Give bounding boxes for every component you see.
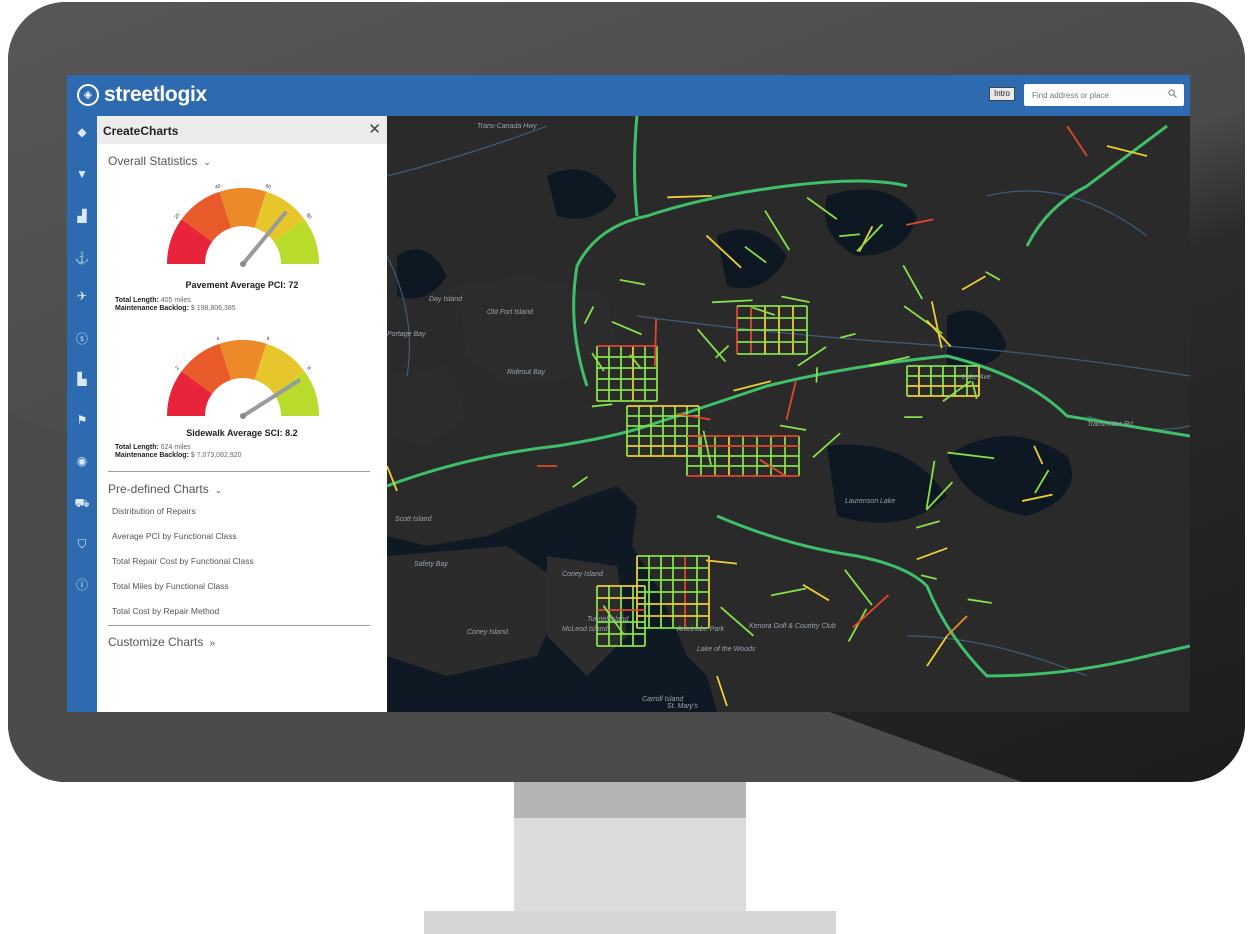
gauge-tick-label: 40 [214, 183, 221, 190]
chart-link-distribution-of-repairs[interactable]: Distribution of Repairs [112, 506, 196, 516]
info-icon[interactable]: ⓘ [74, 576, 90, 592]
gauge-tick-label: 60 [264, 183, 271, 190]
map-label-kenora-golf: Kenora Golf & Country Club [749, 623, 836, 630]
road-condition-map[interactable]: Old Fort Island Rideout Bay Safety Bay C… [387, 116, 1190, 712]
map-label-safety-bay: Safety Bay [414, 561, 448, 568]
overall-statistics-toggle[interactable]: Overall Statistics ⌄ [108, 154, 211, 168]
logo-text: streetlogix [104, 83, 207, 106]
search-box[interactable] [1024, 84, 1184, 106]
chart-link-total-miles[interactable]: Total Miles by Functional Class [112, 581, 229, 591]
map-label-carroll-island: Carroll Island [642, 696, 684, 703]
map-label-coney-island: Coney Island [467, 629, 509, 636]
section-divider [108, 625, 370, 626]
filter-icon[interactable]: ▼ [74, 166, 90, 182]
flag-icon[interactable]: ⚑ [74, 412, 90, 428]
side-nav: ◆ ▼ ▟ ⚓ ✈ ⓢ ▙ ⚑ ◉ ⛟ ⛉ ⓘ [67, 116, 97, 712]
gauge-tick-label: 100 [321, 260, 323, 269]
predefined-charts-label: Pre-defined Charts [108, 482, 209, 496]
gauge-tick-label: 6 [266, 336, 271, 343]
search-icon[interactable] [1168, 89, 1177, 98]
map-label-trans-canada: Trans-Canada Hwy [477, 123, 537, 130]
section-divider [108, 471, 370, 472]
gauge-tick-label: 0 [163, 262, 165, 265]
map-label-day-island: Day Island [429, 296, 463, 303]
gauge-needle-hub [240, 413, 246, 419]
chevron-right-icon: » [206, 638, 216, 649]
road-segment [815, 367, 818, 383]
chart-link-average-pci[interactable]: Average PCI by Functional Class [112, 531, 237, 541]
chart-icon[interactable]: ▟ [74, 208, 90, 224]
panel-header: CreateCharts ✕ [97, 116, 387, 144]
monitor-stand-base [424, 911, 836, 934]
building-icon[interactable]: ▙ [74, 371, 90, 387]
predefined-charts-toggle[interactable]: Pre-defined Charts ⌄ [108, 482, 222, 496]
layers-icon[interactable]: ◆ [74, 124, 90, 140]
panel-title: CreateCharts [103, 124, 179, 138]
map-label-rideout-bay: Rideout Bay [507, 369, 546, 376]
customize-charts-label: Customize Charts [108, 635, 204, 649]
map-label-lake-ave: Lake Ave [962, 374, 991, 381]
map-label-tunnel-island: Tunnel Island [587, 616, 630, 623]
map-label-anicinabe-park: Anicinabe Park [676, 626, 725, 633]
intro-button[interactable]: Intro [989, 87, 1016, 101]
map-label-portage-bay: Portage Bay [387, 331, 426, 338]
gauge-tick-label: 2 [174, 365, 181, 371]
gauge-tick-label: 20 [173, 212, 181, 220]
eye-icon[interactable]: ◉ [74, 453, 90, 469]
map-label-laurenson-lake: Laurenson Lake [845, 498, 895, 505]
logo-diamond-icon: ◈ [77, 84, 99, 106]
app-logo[interactable]: ◈ streetlogix [77, 83, 207, 107]
gauge-tick-label: 8 [305, 366, 312, 372]
map-label-scott-island: Scott Island [395, 516, 433, 523]
sidewalk-backlog: Maintenance Backlog: $ 7,073,082,920 [115, 452, 242, 459]
gauge-tick-label: 4 [216, 336, 221, 343]
vehicle-icon[interactable]: ⛟ [74, 496, 90, 512]
chart-link-total-cost-repair-method[interactable]: Total Cost by Repair Method [112, 606, 219, 616]
search-input[interactable] [1030, 87, 1164, 104]
chevron-down-icon: ⌄ [212, 485, 223, 495]
gauge-tick-label: 10 [321, 413, 323, 419]
gauge-needle-hub [240, 261, 246, 267]
create-charts-panel: CreateCharts ✕ Overall Statistics ⌄ 0204… [97, 116, 387, 712]
pavement-gauge-title: Pavement Average PCI: 72 [185, 280, 299, 290]
pavement-pci-gauge: 0 20 40 60 80 100 [163, 183, 323, 269]
map-label-lake-of-the-woods: Lake of the Woods [697, 646, 756, 653]
anchor-icon[interactable]: ⚓ [74, 250, 90, 266]
top-bar: ◈ streetlogix Intro [67, 75, 1190, 116]
road-segment [654, 318, 657, 367]
sidewalk-total-length: Total Length: 624 miles [115, 444, 191, 451]
map-label-coney: Coney Island [562, 571, 604, 578]
graduation-icon[interactable]: ⛉ [74, 536, 90, 552]
gauge-tick-label: 80 [304, 212, 312, 220]
map-label-mcleod-island: McLeod Island [562, 626, 609, 633]
pavement-total-length: Total Length: 405 miles [115, 297, 191, 304]
sidewalk-sci-gauge: 0 2 4 6 8 10 [163, 336, 323, 419]
chevron-down-icon: ⌄ [200, 157, 211, 167]
app-screen: ◈ streetlogix Intro ◆ ▼ ▟ ⚓ ✈ ⓢ ▙ ⚑ ◉ ⛟ … [67, 75, 1190, 712]
close-icon[interactable]: ✕ [368, 120, 381, 138]
map-label-st-marys: St. Mary's [667, 703, 698, 710]
gauge-tick-label: 0 [163, 414, 165, 417]
overall-statistics-label: Overall Statistics [108, 154, 198, 168]
satellite-icon[interactable]: ✈ [74, 288, 90, 304]
pavement-backlog: Maintenance Backlog: $ 198,806,385 [115, 305, 236, 312]
sidewalk-gauge-title: Sidewalk Average SCI: 8.2 [186, 428, 298, 438]
customize-charts-toggle[interactable]: Customize Charts » [108, 635, 215, 649]
map-label-transmitter-rd: Transmitter Rd [1087, 421, 1134, 428]
monitor-stand-neck [514, 782, 746, 912]
chart-link-total-repair-cost[interactable]: Total Repair Cost by Functional Class [112, 556, 254, 566]
dollar-icon[interactable]: ⓢ [74, 330, 90, 346]
map-label-old-fort-island: Old Fort Island [487, 309, 534, 316]
